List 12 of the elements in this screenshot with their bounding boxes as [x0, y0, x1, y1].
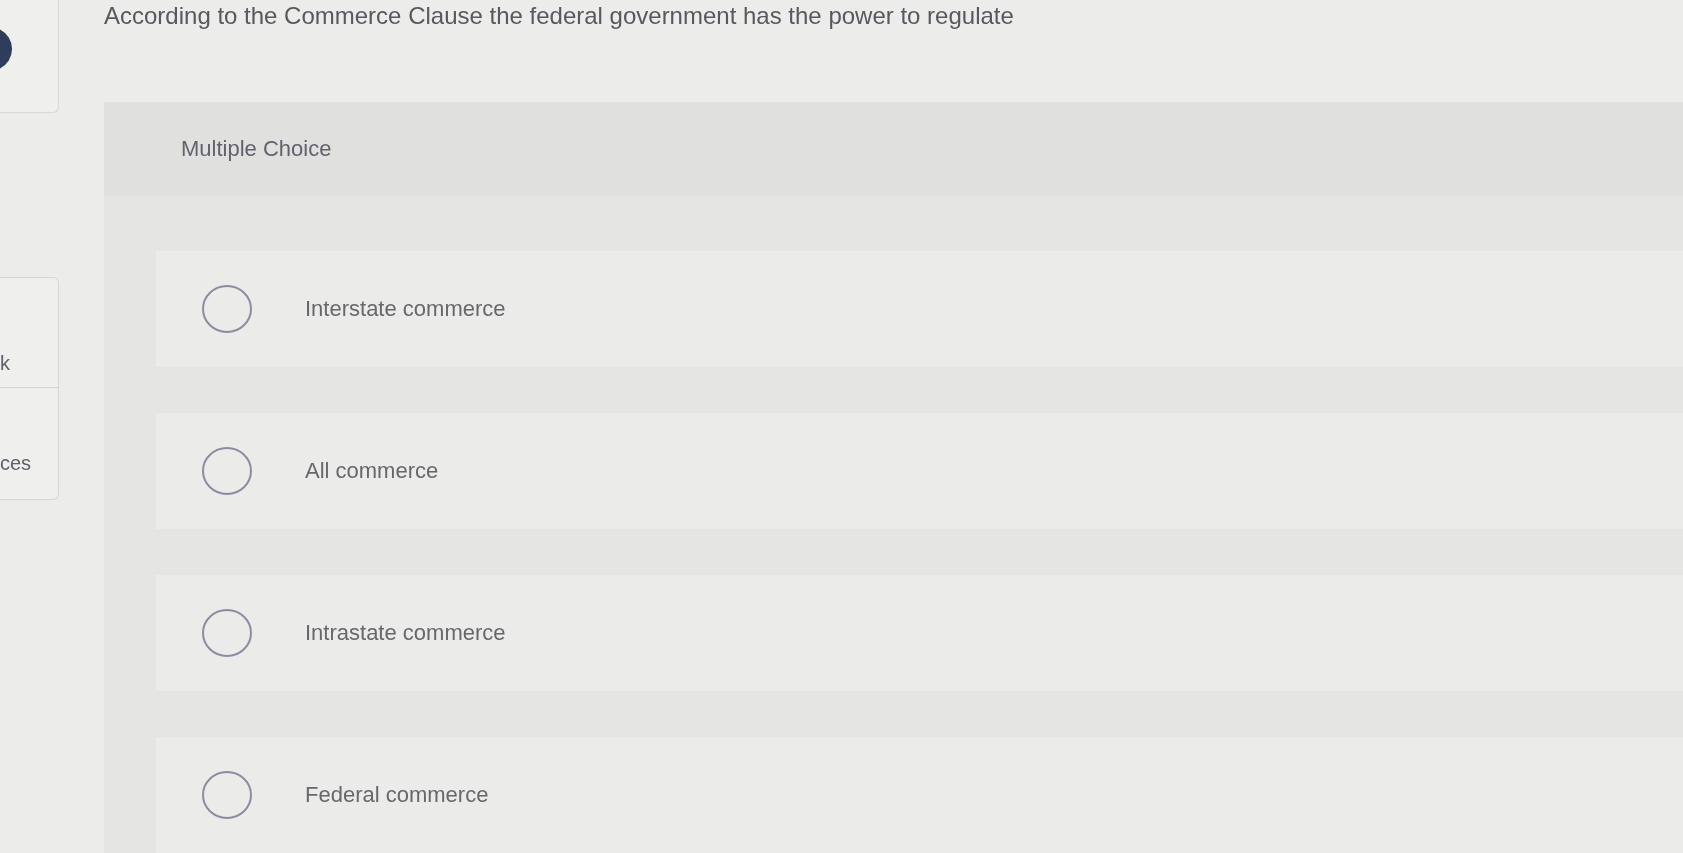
- answer-text: All commerce: [305, 458, 439, 484]
- radio-button[interactable]: [202, 609, 252, 657]
- radio-button[interactable]: [202, 771, 252, 819]
- answer-text: Federal commerce: [305, 782, 489, 808]
- radio-button[interactable]: [202, 285, 252, 333]
- sidebar-button[interactable]: k: [0, 278, 58, 387]
- section-title: Multiple Choice: [181, 136, 332, 162]
- sidebar-button[interactable]: ces: [0, 387, 58, 499]
- answer-text: Intrastate commerce: [305, 620, 506, 646]
- answer-text: Interstate commerce: [305, 296, 506, 322]
- radio-button[interactable]: [202, 447, 252, 495]
- question-text: According to the Commerce Clause the federal government has the power to regulate: [104, 1, 1015, 30]
